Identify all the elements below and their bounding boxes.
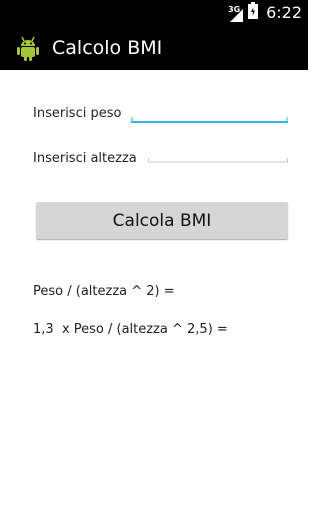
- new-bmi-formula-result: 1,3 x Peso / (altezza ^ 2,5) =: [33, 322, 228, 337]
- height-label: Inserisci altezza: [33, 151, 137, 166]
- android-icon[interactable]: [14, 34, 42, 62]
- action-bar: Calcolo BMI: [0, 25, 308, 70]
- app-title: Calcolo BMI: [52, 36, 163, 59]
- weight-input-underline: [131, 117, 288, 123]
- height-input-underline: [148, 158, 288, 163]
- signal-icon: 3G: [228, 3, 244, 23]
- calculate-bmi-button[interactable]: Calcola BMI: [36, 202, 288, 239]
- clock: 6:22: [266, 3, 302, 22]
- weight-label: Inserisci peso: [33, 106, 122, 121]
- bmi-formula-result: Peso / (altezza ^ 2) =: [33, 284, 175, 299]
- status-bar: 3G 6:22: [0, 0, 308, 25]
- battery-icon: [248, 2, 259, 23]
